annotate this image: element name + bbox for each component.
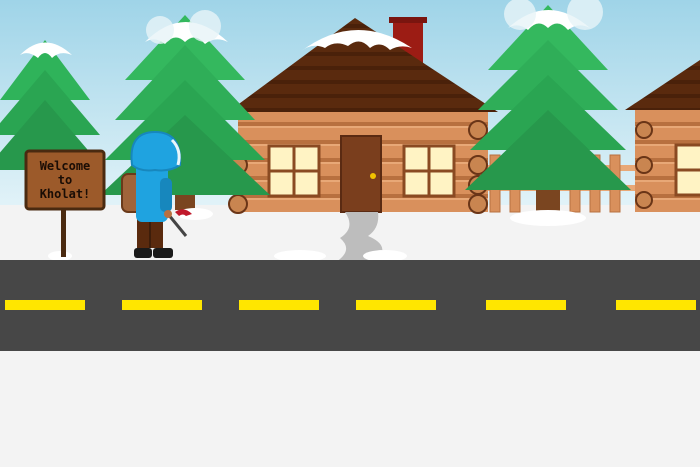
sign-line-1: Welcome: [40, 159, 91, 173]
sign-line-3: Kholat!: [40, 187, 91, 201]
door-knob: [370, 173, 376, 179]
road: [0, 260, 700, 351]
sign-line-2: to: [58, 173, 72, 187]
game-scene: Welcome to Kholat!: [0, 0, 700, 467]
